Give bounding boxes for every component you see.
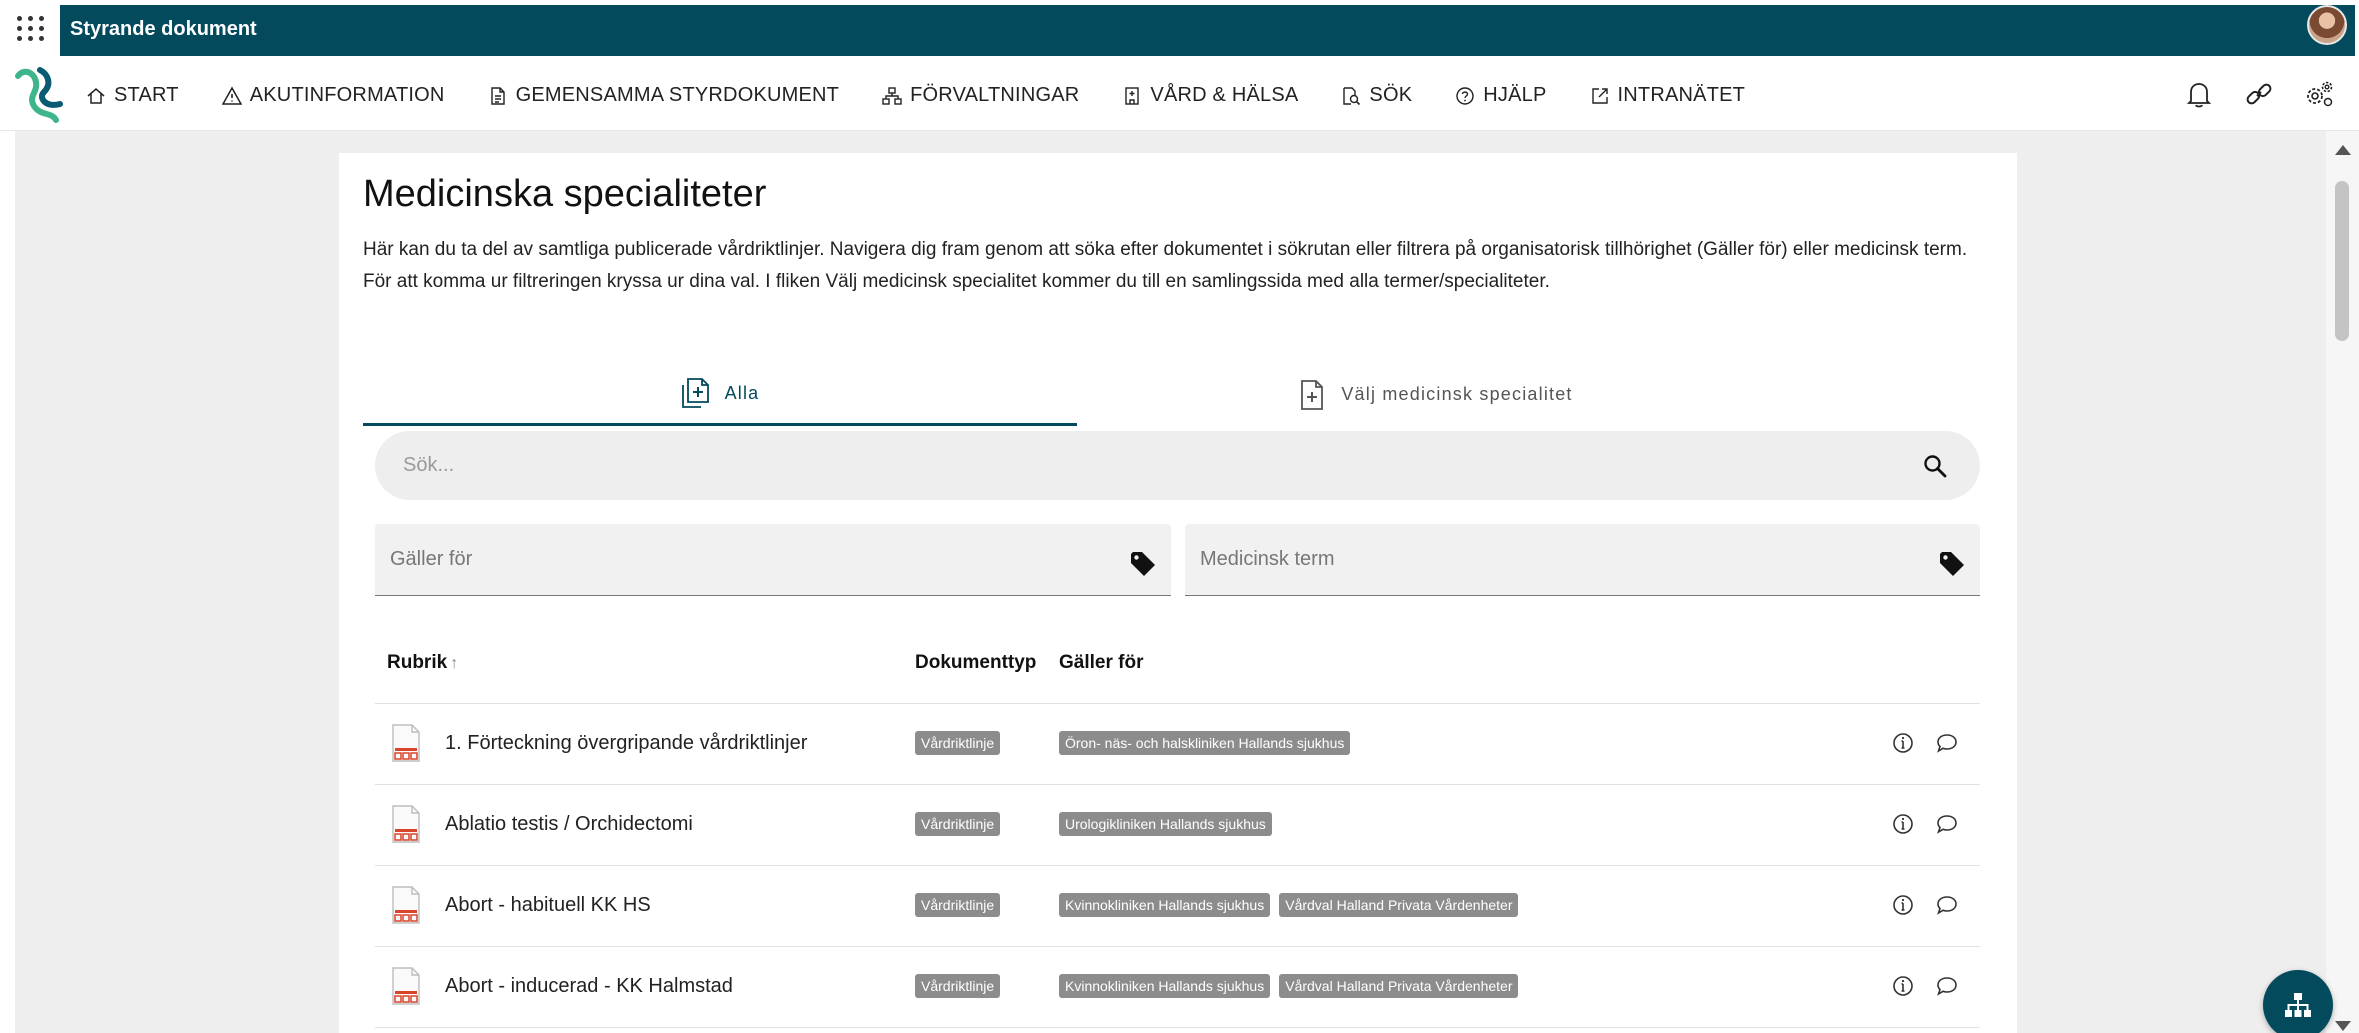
external-link-icon <box>1591 87 1608 104</box>
nav-intranatet[interactable]: INTRANÄTET <box>1590 84 1746 107</box>
filter-galler-for[interactable]: Gäller för <box>375 524 1171 596</box>
page-title: Medicinska specialiteter <box>363 173 767 215</box>
scope-badge: Vårdval Halland Privata Vårdenheter <box>1279 974 1519 998</box>
nav-label: GEMENSAMMA STYRDOKUMENT <box>515 84 840 106</box>
nav-label: START <box>114 84 179 106</box>
pdf-document-icon <box>392 724 420 762</box>
scope-badge: Kvinnokliniken Hallands sjukhus <box>1059 893 1271 917</box>
document-link[interactable]: Abort - habituell KK HS <box>445 894 651 917</box>
scroll-down-arrow-icon[interactable] <box>2335 1021 2351 1031</box>
filter-label: Medicinsk term <box>1200 548 1335 570</box>
filter-label: Gäller för <box>390 548 473 570</box>
info-icon[interactable] <box>1890 811 1916 837</box>
page-scrollbar[interactable] <box>2326 131 2359 1033</box>
nav-label: HJÄLP <box>1483 84 1547 106</box>
nav-label: FÖRVALTNINGAR <box>910 84 1080 106</box>
document-type-badge: Vårdriktlinje <box>915 893 1001 917</box>
app-title: Styrande dokument <box>70 18 257 40</box>
nav-forvaltningar[interactable]: FÖRVALTNINGAR <box>882 84 1079 107</box>
pdf-document-icon <box>392 886 420 924</box>
main-content: Medicinska specialiteter Här kan du ta d… <box>15 131 2326 1033</box>
scope-badge: Öron- näs- och halskliniken Hallands sju… <box>1059 731 1351 755</box>
nav-label: AKUTINFORMATION <box>249 84 445 106</box>
tab-valj-medicinsk-specialitet[interactable]: Välj medicinsk specialitet <box>1077 363 1793 426</box>
sitemap-button[interactable] <box>2263 970 2333 1033</box>
tab-label: Alla <box>724 382 760 403</box>
column-header-rubrik[interactable]: Rubrik ↑ <box>387 652 458 674</box>
link-icon <box>2246 83 2272 105</box>
tag-icon <box>1940 552 1964 576</box>
info-icon[interactable] <box>1890 973 1916 999</box>
notifications-button[interactable] <box>2179 74 2219 114</box>
main-navigation: START AKUTINFORMATION GEMENSAMMA STYRDOK… <box>0 60 2359 131</box>
filter-medicinsk-term[interactable]: Medicinsk term <box>1185 524 1980 596</box>
pdf-document-icon <box>392 805 420 843</box>
content-card: Medicinska specialiteter Här kan du ta d… <box>339 153 2017 1033</box>
nav-gemensamma-styrdokument[interactable]: GEMENSAMMA STYRDOKUMENT <box>488 84 840 107</box>
document-type-badge: Vårdriktlinje <box>915 731 1001 755</box>
scope-badge: Urologikliniken Hallands sjukhus <box>1059 812 1272 836</box>
links-button[interactable] <box>2239 74 2279 114</box>
nav-label: INTRANÄTET <box>1617 84 1746 106</box>
help-icon <box>1456 86 1474 105</box>
documents-add-icon <box>681 378 709 408</box>
nav-sok[interactable]: SÖK <box>1341 84 1412 107</box>
table-row: Ablatio testis / Orchidectomi Vårdriktli… <box>375 785 1980 866</box>
comment-icon[interactable] <box>1934 973 1960 999</box>
tab-bar: Alla Välj medicinsk specialitet <box>363 363 1793 426</box>
column-header-galler-for[interactable]: Gäller för <box>1059 652 1143 674</box>
column-header-dokumenttyp[interactable]: Dokumenttyp <box>915 652 1036 674</box>
document-icon <box>490 86 505 105</box>
comment-icon[interactable] <box>1934 892 1960 918</box>
search-icon[interactable] <box>1922 453 1948 479</box>
avatar[interactable] <box>2307 5 2347 45</box>
tab-alla[interactable]: Alla <box>363 363 1077 426</box>
info-icon[interactable] <box>1890 730 1916 756</box>
page-intro: Här kan du ta del av samtliga publicerad… <box>363 239 1968 292</box>
bell-icon <box>2186 83 2212 108</box>
document-type-badge: Vårdriktlinje <box>915 812 1001 836</box>
sitemap-icon <box>2285 993 2311 1017</box>
document-link[interactable]: Abort - inducerad - KK Halmstad <box>445 975 733 998</box>
warning-icon <box>221 85 242 105</box>
table-row: Abort - habituell KK HS Vårdriktlinje Kv… <box>375 866 1980 947</box>
pdf-document-icon <box>392 967 420 1005</box>
sort-ascending-icon: ↑ <box>450 655 459 672</box>
column-header-label: Rubrik <box>387 652 448 673</box>
table-row: Abort - inducerad - KK Halmstad Vårdrikt… <box>375 947 1980 1028</box>
info-icon[interactable] <box>1890 892 1916 918</box>
tab-label: Välj medicinsk specialitet <box>1341 384 1573 404</box>
org-chart-icon <box>882 86 902 105</box>
scrollbar-thumb[interactable] <box>2335 181 2349 341</box>
search-box <box>375 431 1980 500</box>
nav-vard-halsa[interactable]: VÅRD & HÄLSA <box>1122 84 1298 107</box>
document-add-icon <box>1301 379 1324 410</box>
table-row: 1. Förteckning övergripande vårdriktlinj… <box>375 704 1980 785</box>
app-bar: Styrande dokument <box>0 0 2359 60</box>
document-link[interactable]: 1. Förteckning övergripande vårdriktlinj… <box>445 732 807 755</box>
document-link[interactable]: Ablatio testis / Orchidectomi <box>445 813 693 836</box>
region-halland-logo[interactable] <box>12 62 68 126</box>
scope-badge: Vårdval Halland Privata Vårdenheter <box>1279 893 1519 917</box>
nav-akutinformation[interactable]: AKUTINFORMATION <box>221 84 445 107</box>
tag-icon <box>1131 552 1155 576</box>
nav-label: VÅRD & HÄLSA <box>1150 84 1299 106</box>
scroll-up-arrow-icon[interactable] <box>2335 145 2351 155</box>
gears-icon <box>2307 81 2333 107</box>
search-doc-icon <box>1343 86 1361 105</box>
home-icon <box>87 87 105 104</box>
scope-badge: Kvinnokliniken Hallands sjukhus <box>1059 974 1271 998</box>
title-bar: Styrande dokument <box>60 5 2355 56</box>
nav-label: SÖK <box>1369 84 1413 106</box>
hospital-icon <box>1125 86 1140 105</box>
settings-button[interactable] <box>2299 74 2339 114</box>
nav-hjalp[interactable]: HJÄLP <box>1455 84 1546 107</box>
nav-start[interactable]: START <box>86 84 179 107</box>
comment-icon[interactable] <box>1934 730 1960 756</box>
app-launcher-icon[interactable] <box>14 12 46 44</box>
comment-icon[interactable] <box>1934 811 1960 837</box>
document-type-badge: Vårdriktlinje <box>915 974 1001 998</box>
search-input[interactable] <box>403 431 1863 500</box>
